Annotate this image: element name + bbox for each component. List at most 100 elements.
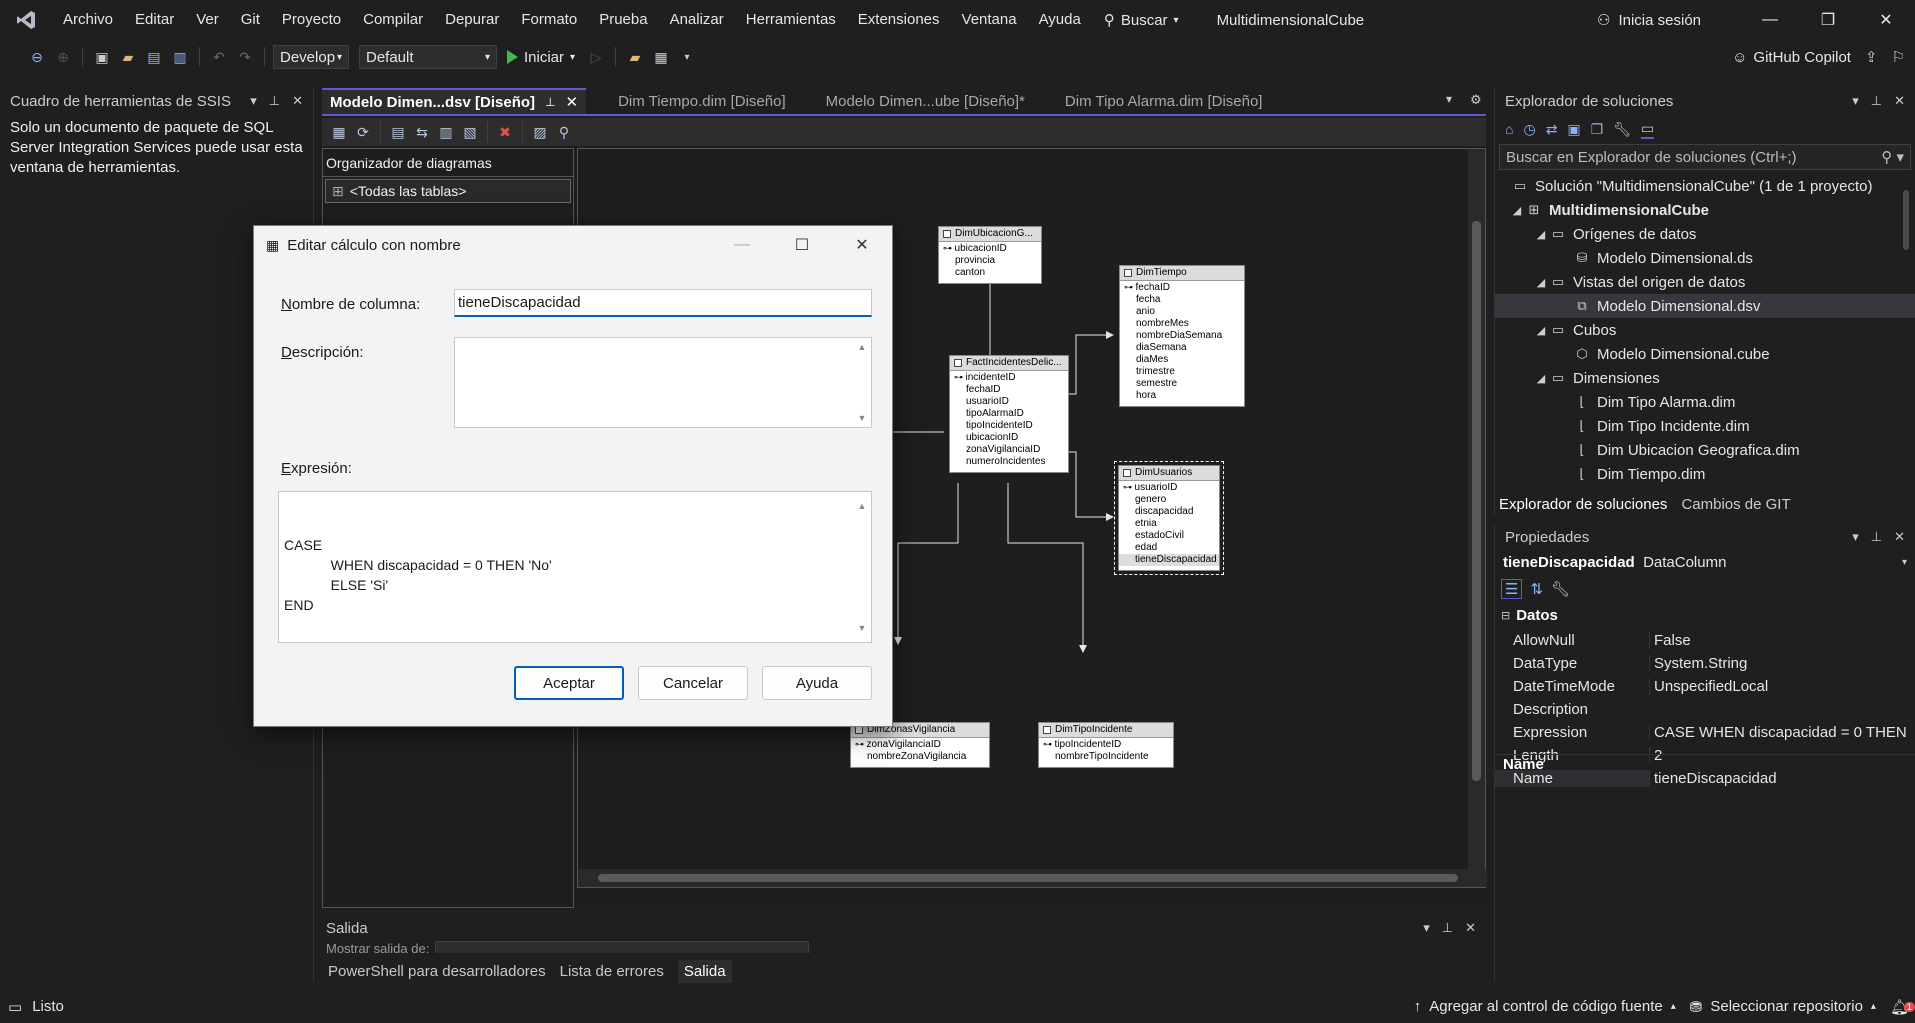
table-column[interactable]: hora <box>1120 390 1244 402</box>
share-icon[interactable]: ⇪ <box>1865 48 1878 66</box>
minimize-button[interactable]: — <box>712 226 772 264</box>
table-column[interactable]: tipoAlarmaID <box>950 408 1068 420</box>
expand-icon[interactable]: ◢ <box>1509 204 1525 217</box>
save-all-icon[interactable]: ▥ <box>169 46 191 68</box>
solution-search-input[interactable]: Buscar en Explorador de soluciones (Ctrl… <box>1499 144 1911 170</box>
category-row[interactable]: ⊟ Datos <box>1495 604 1915 627</box>
home-icon[interactable]: ⌂ <box>1505 121 1513 137</box>
close-tab-icon[interactable]: ✕ <box>565 93 578 111</box>
pin-icon[interactable]: ⊥ <box>269 93 280 109</box>
menu-item[interactable]: Archivo <box>52 0 124 40</box>
solution-tab[interactable]: Explorador de soluciones <box>1499 496 1667 513</box>
property-row[interactable]: AllowNull False <box>1495 629 1915 652</box>
redo-icon[interactable]: ↷ <box>234 46 256 68</box>
diagram-table[interactable]: DimTiempo fechaIDfechaanionombreMesnombre… <box>1119 265 1245 407</box>
diagram-table[interactable]: FactIncidentesDelic... incidenteIDfechaID… <box>949 355 1069 473</box>
restore-button[interactable]: ❐ <box>1799 0 1857 40</box>
search-menu[interactable]: ⚲ Buscar ▾ <box>1092 11 1191 30</box>
configuration-select[interactable]: Develop ▾ <box>273 45 349 69</box>
tree-solution[interactable]: ▭ Solución "MultidimensionalCube" (1 de 1… <box>1495 174 1915 198</box>
table-header[interactable]: DimTiempo <box>1120 266 1244 281</box>
close-button[interactable]: ✕ <box>1857 0 1915 40</box>
tree-data-sources[interactable]: ◢ ▭ Orígenes de datos <box>1495 222 1915 246</box>
pin-icon[interactable]: ⊥ <box>1871 529 1882 545</box>
table-header[interactable]: DimUsuarios <box>1119 466 1219 481</box>
diagram-item[interactable]: ⊞ <Todas las tablas> <box>325 179 571 203</box>
table-column[interactable]: anio <box>1120 306 1244 318</box>
sign-in-button[interactable]: ⚇ Inicia sesión <box>1597 11 1701 30</box>
undo-icon[interactable]: ↶ <box>208 46 230 68</box>
preview-icon[interactable]: ▭ <box>1641 120 1655 139</box>
pin-icon[interactable]: ⊥ <box>1871 93 1882 109</box>
property-row[interactable]: Name tieneDiscapacidad <box>1495 767 1915 790</box>
tree-dimension-item[interactable]: ⌊ Dim Tipo Incidente.dim <box>1495 414 1915 438</box>
table-column[interactable]: tipoIncidenteID <box>950 420 1068 432</box>
notifications-button[interactable]: 🔔︎ 1 <box>1890 998 1915 1016</box>
table-column[interactable]: nombreTipoIncidente <box>1039 751 1173 763</box>
vertical-scrollbar[interactable]: ▲ ▼ <box>853 492 871 642</box>
bottom-tab[interactable]: Salida <box>677 959 732 983</box>
output-source-select[interactable] <box>435 941 810 953</box>
solution-tab[interactable]: Cambios de GIT <box>1681 496 1790 513</box>
table-header[interactable]: DimUbicacionG... <box>939 227 1041 242</box>
diagram-table[interactable]: DimZonasVigilanciazonaVigilanciaIDnombre… <box>850 722 990 768</box>
table-column[interactable]: usuarioID <box>1119 481 1219 494</box>
property-row[interactable]: Length 2 <box>1495 744 1915 767</box>
tree-dimensions[interactable]: ◢ ▭ Dimensiones <box>1495 366 1915 390</box>
back-icon[interactable]: ⊖ <box>26 46 48 68</box>
table-column[interactable]: zonaVigilanciaID <box>950 444 1068 456</box>
vertical-scrollbar[interactable] <box>1468 149 1485 871</box>
save-icon[interactable]: ▤ <box>143 46 165 68</box>
expand-icon[interactable]: ◢ <box>1533 228 1549 241</box>
properties-icon[interactable]: 🔧︎ <box>1613 121 1631 138</box>
diagram-table[interactable]: DimUsuarios usuarioIDgenerodiscapacidadet… <box>1114 461 1224 575</box>
document-tab[interactable]: Dim Tipo Alarma.dim [Diseño] <box>1057 88 1271 114</box>
delete-icon[interactable]: ✖ <box>494 121 516 143</box>
table-column[interactable]: estadoCivil <box>1119 530 1219 542</box>
bottom-tab[interactable]: Lista de errores <box>560 963 664 980</box>
document-tab[interactable]: Modelo Dimen...ube [Diseño]* <box>818 88 1033 114</box>
explore-data-icon[interactable]: ▨ <box>529 121 551 143</box>
menu-item[interactable]: Ver <box>185 0 230 40</box>
table-column[interactable]: trimestre <box>1120 366 1244 378</box>
document-tab[interactable]: Modelo Dimen...dsv [Diseño] ⊥ ✕ <box>322 88 587 114</box>
dropdown-icon[interactable]: ▾ <box>1852 93 1859 109</box>
table-header[interactable]: DimTipoIncidente <box>1039 723 1173 738</box>
table-column[interactable]: fecha <box>1120 294 1244 306</box>
close-button[interactable]: ✕ <box>832 226 892 264</box>
maximize-button[interactable]: ☐ <box>772 226 832 264</box>
start-button[interactable]: Iniciar ▾ <box>501 49 581 66</box>
refresh-icon[interactable]: ⟳ <box>352 121 374 143</box>
layout-icon[interactable]: ▦ <box>650 46 672 68</box>
menu-item[interactable]: Analizar <box>659 0 735 40</box>
ok-button[interactable]: Aceptar <box>514 666 624 700</box>
dropdown-icon[interactable]: ▾ <box>250 93 257 109</box>
table-column[interactable]: zonaVigilanciaID <box>851 738 989 751</box>
forward-icon[interactable]: ⊕ <box>52 46 74 68</box>
open-folder-icon[interactable]: ▰ <box>117 46 139 68</box>
menu-item[interactable]: Editar <box>124 0 185 40</box>
scroll-thumb[interactable] <box>1472 221 1481 781</box>
menu-item[interactable]: Proyecto <box>271 0 352 40</box>
property-value[interactable]: System.String <box>1649 655 1915 672</box>
property-value[interactable]: tieneDiscapacidad <box>1649 770 1915 787</box>
tree-dimension-item[interactable]: ⌊ Dim Ubicacion Geografica.dim <box>1495 438 1915 462</box>
expand-icon[interactable]: ◢ <box>1533 372 1549 385</box>
property-row[interactable]: DataType System.String <box>1495 652 1915 675</box>
table-column[interactable]: nombreZonaVigilancia <box>851 751 989 763</box>
pin-icon[interactable]: ⊥ <box>1442 920 1453 936</box>
document-tab[interactable]: Dim Tiempo.dim [Diseño] <box>610 88 794 114</box>
table-header[interactable]: FactIncidentesDelic... <box>950 356 1068 371</box>
menu-item[interactable]: Prueba <box>588 0 658 40</box>
pin-icon[interactable]: ⊥ <box>545 95 555 109</box>
table-column[interactable]: fechaID <box>950 384 1068 396</box>
menu-item[interactable]: Ventana <box>951 0 1028 40</box>
collapse-icon[interactable]: ▣ <box>1567 121 1580 138</box>
table-column[interactable]: genero <box>1119 494 1219 506</box>
bottom-tab[interactable]: PowerShell para desarrolladores <box>328 963 546 980</box>
tab-list-dropdown-icon[interactable]: ▾ <box>1446 92 1452 106</box>
output-window-icon[interactable]: ▭ <box>8 998 22 1016</box>
tree-cube-item[interactable]: ⬡ Modelo Dimensional.cube <box>1495 342 1915 366</box>
zoom-icon[interactable]: ⚲ <box>553 121 575 143</box>
table-column[interactable]: incidenteID <box>950 371 1068 384</box>
